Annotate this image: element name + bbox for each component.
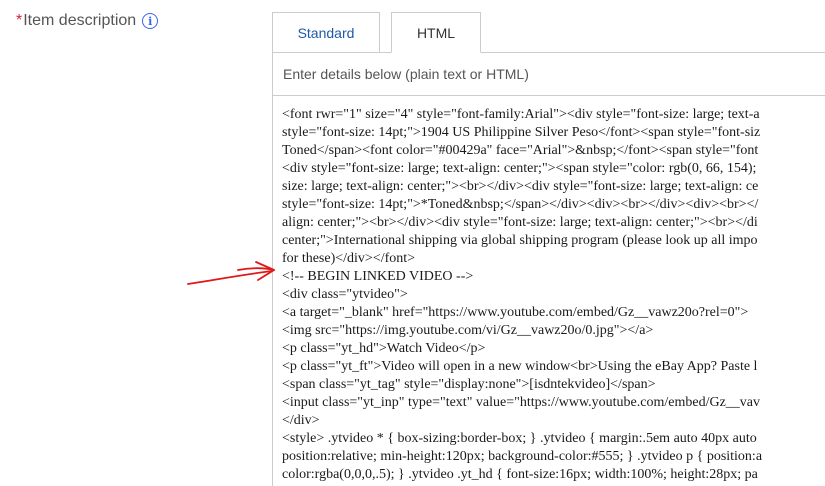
code-line: size: large; text-align: center;"><br></… bbox=[282, 179, 759, 194]
code-line: Toned</span><font color="#00429a" face="… bbox=[282, 143, 759, 158]
code-line: <font rwr="1" size="4" style="font-famil… bbox=[282, 107, 760, 122]
code-line: <style> .ytvideo * { box-sizing:border-b… bbox=[282, 431, 757, 446]
code-line: <input class="yt_inp" type="text" value=… bbox=[282, 395, 761, 410]
code-line: <img src="https://img.youtube.com/vi/Gz_… bbox=[282, 323, 654, 338]
code-line: <p class="yt_ft">Video will open in a ne… bbox=[282, 359, 758, 374]
code-line: <span class="yt_tag" style="display:none… bbox=[282, 377, 656, 392]
code-line: <div style="font-size: large; text-align… bbox=[282, 161, 757, 176]
code-line: color:rgba(0,0,0,.5); } .ytvideo .yt_hd … bbox=[282, 467, 758, 482]
required-mark: * bbox=[16, 12, 23, 29]
item-description-form: * Item description i Standard HTML Enter… bbox=[0, 0, 825, 486]
code-line: <!-- BEGIN LINKED VIDEO --> bbox=[282, 269, 474, 284]
code-line: style="font-size: 14pt;">1904 US Philipp… bbox=[282, 125, 761, 140]
code-line: center;">International shipping via glob… bbox=[282, 233, 758, 248]
code-line: <p class="yt_hd">Watch Video</p> bbox=[282, 341, 486, 356]
field-label-text: Item description bbox=[23, 12, 137, 29]
description-editor: Standard HTML Enter details below (plain… bbox=[272, 12, 825, 486]
code-line: position:relative; min-height:120px; bac… bbox=[282, 449, 763, 464]
editor-hint: Enter details below (plain text or HTML) bbox=[273, 53, 825, 96]
red-arrow-annotation-icon bbox=[187, 261, 275, 285]
code-line: align: center;"><br></div><div style="fo… bbox=[282, 215, 758, 230]
info-icon[interactable]: i bbox=[142, 13, 159, 29]
code-line: <a target="_blank" href="https://www.you… bbox=[282, 305, 749, 320]
editor-tabs: Standard HTML bbox=[272, 12, 825, 53]
html-editor-panel: Enter details below (plain text or HTML)… bbox=[272, 52, 825, 486]
code-line: <div class="ytvideo"> bbox=[282, 287, 408, 302]
html-code-textarea[interactable]: <font rwr="1" size="4" style="font-famil… bbox=[282, 106, 825, 486]
tab-standard[interactable]: Standard bbox=[272, 12, 380, 53]
tab-html[interactable]: HTML bbox=[391, 12, 481, 53]
code-line: for these)</div></font> bbox=[282, 251, 416, 266]
code-line: style="font-size: 14pt;">*Toned&nbsp;</s… bbox=[282, 197, 759, 212]
code-line: </div> bbox=[282, 413, 320, 428]
item-description-label: * Item description i bbox=[16, 12, 159, 30]
